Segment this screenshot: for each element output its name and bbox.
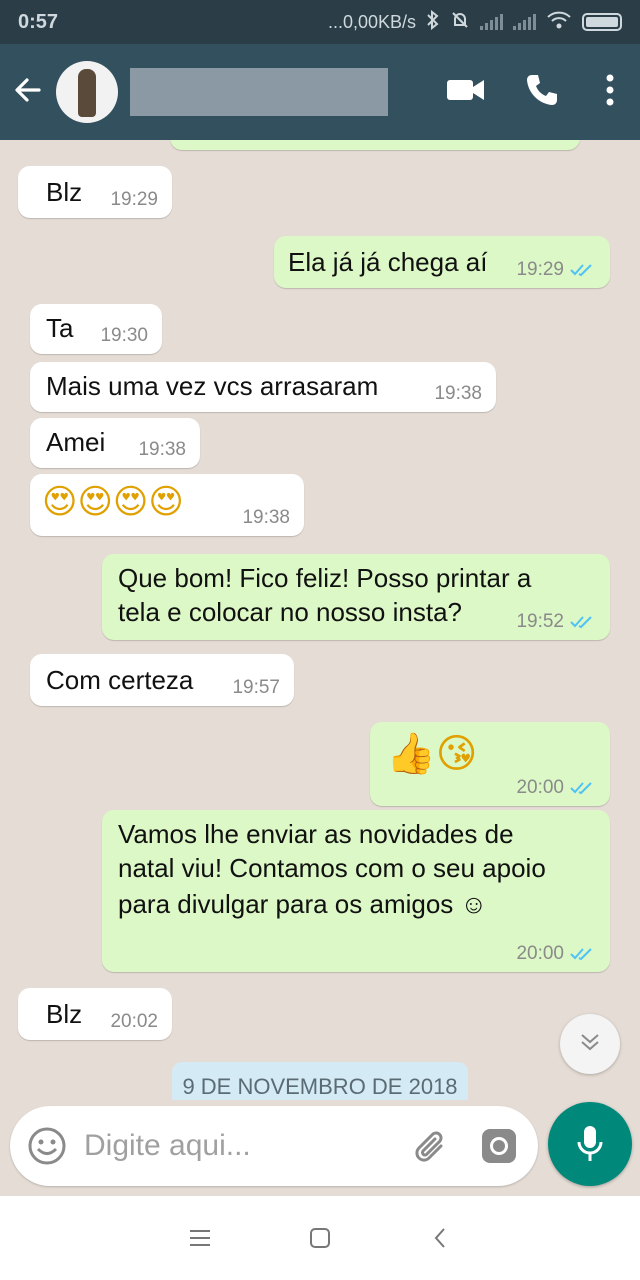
emoji-button[interactable] <box>10 1106 84 1186</box>
message-text: Amei <box>46 427 106 457</box>
message-bubble-partial[interactable] <box>170 140 580 150</box>
message-bubble-in[interactable]: Ta 19:30 <box>30 304 162 354</box>
message-time: 19:38 <box>434 383 482 404</box>
message-text-line: tela e colocar no nosso insta? <box>118 597 462 627</box>
read-ticks-icon <box>570 948 592 961</box>
message-bubble-out[interactable]: Ela já já chega aí 19:29 <box>274 236 610 288</box>
message-bubble-out[interactable]: Que bom! Fico feliz! Posso printar a tel… <box>102 554 610 640</box>
message-text-line: natal viu! Contamos com o seu apoio <box>118 853 546 883</box>
message-emoji: 👍😘 <box>386 731 478 777</box>
scroll-to-bottom-button[interactable] <box>560 1014 620 1074</box>
nav-back-icon <box>434 1228 445 1248</box>
battery-icon <box>582 13 622 31</box>
nav-home-button[interactable] <box>260 1196 380 1280</box>
nav-back-button[interactable] <box>380 1196 500 1280</box>
voice-message-button[interactable] <box>548 1102 632 1186</box>
attach-button[interactable] <box>396 1106 466 1186</box>
read-ticks-icon <box>570 264 592 277</box>
status-bar: 0:57 ...0,00KB/s <box>0 0 640 44</box>
date-divider: 9 DE NOVEMBRO DE 2018 <box>172 1062 468 1100</box>
message-bubble-in[interactable]: Mais uma vez vcs arrasaram 19:38 <box>30 362 496 412</box>
status-time: 0:57 <box>18 10 59 33</box>
message-text: Blz <box>46 177 83 207</box>
more-options-button[interactable] <box>580 44 640 140</box>
voice-call-button[interactable] <box>504 44 580 140</box>
message-text: Mais uma vez vcs arrasaram <box>46 371 379 401</box>
nav-menu-button[interactable] <box>140 1196 260 1280</box>
back-button[interactable] <box>0 44 56 140</box>
message-bubble-in[interactable]: Com certeza 19:57 <box>30 654 294 706</box>
message-bubble-in[interactable]: Blz 19:29 <box>18 166 172 218</box>
message-time: 20:00 <box>516 778 596 798</box>
mic-icon <box>577 1126 603 1161</box>
message-time: 19:29 <box>516 260 596 280</box>
camera-icon <box>482 1129 516 1163</box>
message-input[interactable] <box>84 1129 384 1163</box>
message-bubble-out[interactable]: 👍😘 20:00 <box>370 722 610 806</box>
composer <box>0 1100 640 1196</box>
phone-icon <box>525 73 559 112</box>
message-time: 19:30 <box>100 325 148 346</box>
message-text: Com certeza <box>46 665 194 695</box>
contact-avatar[interactable] <box>56 61 118 123</box>
message-time: 20:02 <box>110 1011 158 1032</box>
menu-icon <box>190 1230 210 1246</box>
message-bubble-in[interactable]: 😍😍😍😍 19:38 <box>30 474 304 536</box>
chat-header <box>0 44 640 140</box>
home-square-icon <box>310 1228 330 1248</box>
video-call-icon <box>446 77 486 108</box>
read-ticks-icon <box>570 616 592 629</box>
message-text-line: Que bom! Fico feliz! Posso printar a <box>118 563 532 593</box>
message-time: 19:57 <box>232 677 280 698</box>
message-bubble-in[interactable]: Amei 19:38 <box>30 418 200 468</box>
message-list[interactable]: Blz 19:29 Ela já já chega aí 19:29 Ta 19… <box>0 140 640 1100</box>
message-time: 19:38 <box>242 507 290 528</box>
contact-name-redacted[interactable] <box>130 68 388 116</box>
message-text: Ta <box>46 313 74 343</box>
network-speed: ...0,00KB/s <box>327 11 416 32</box>
scroll-down-icon <box>579 1032 601 1057</box>
read-ticks-icon <box>570 782 592 795</box>
message-bubble-out[interactable]: Vamos lhe enviar as novidades de natal v… <box>102 810 610 972</box>
camera-button[interactable] <box>466 1106 532 1186</box>
message-text-line: Vamos lhe enviar as novidades de <box>118 819 514 849</box>
video-call-button[interactable] <box>428 44 504 140</box>
message-time: 19:52 <box>516 612 596 632</box>
wifi-icon <box>546 10 572 35</box>
more-vert-icon <box>605 74 615 111</box>
system-nav-bar <box>0 1196 640 1280</box>
message-bubble-in[interactable]: Blz 20:02 <box>18 988 172 1040</box>
message-text: Ela já já chega aí <box>288 247 488 277</box>
message-text: Blz <box>46 999 83 1029</box>
alarm-off-icon <box>450 10 470 35</box>
emoji-icon <box>28 1127 66 1165</box>
message-emoji: 😍😍😍😍 <box>42 482 184 522</box>
signal-icon <box>480 14 503 30</box>
message-time: 19:29 <box>110 189 158 210</box>
message-time: 20:00 <box>516 944 596 964</box>
message-text-line: para divulgar para os amigos ☺ <box>118 889 488 919</box>
back-arrow-icon <box>13 75 43 110</box>
attach-icon <box>415 1131 443 1162</box>
message-time: 19:38 <box>138 439 186 460</box>
message-input-box[interactable] <box>10 1106 538 1186</box>
signal-icon-2 <box>513 14 536 30</box>
bluetooth-icon <box>426 9 440 35</box>
